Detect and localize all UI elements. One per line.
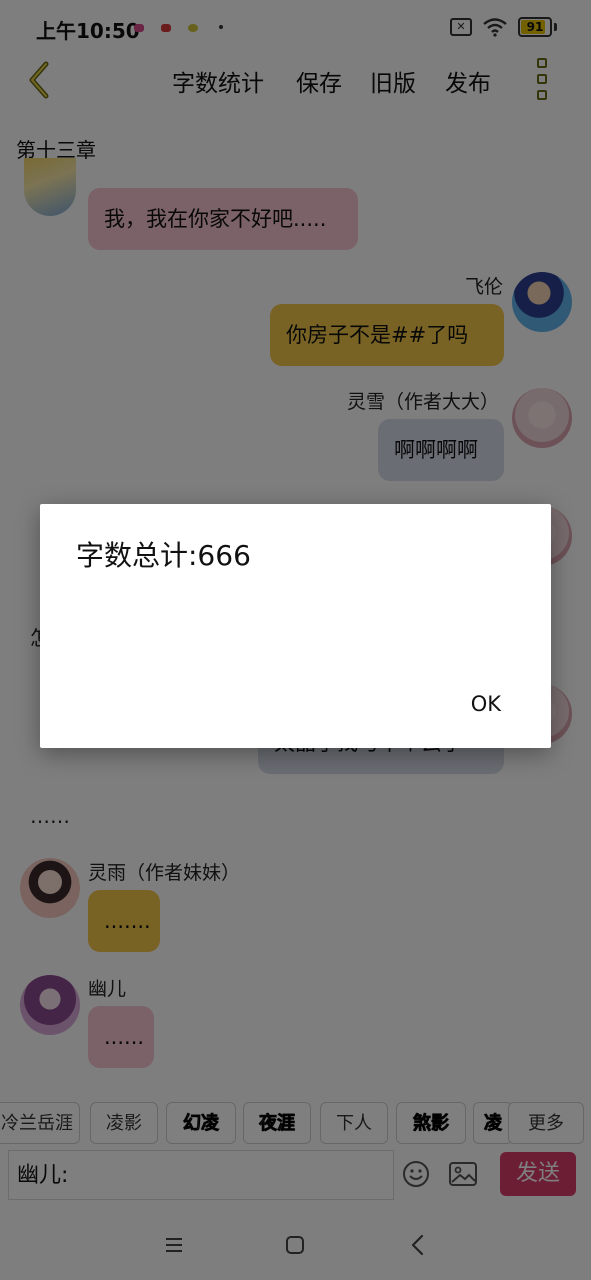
word-count-dialog: 字数总计:666 OK bbox=[40, 504, 551, 748]
dialog-title: 字数总计:666 bbox=[76, 539, 251, 572]
ok-button[interactable]: OK bbox=[471, 692, 501, 716]
